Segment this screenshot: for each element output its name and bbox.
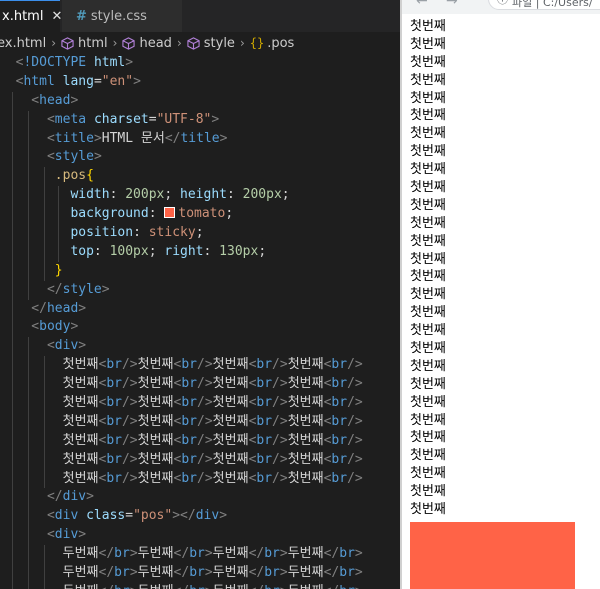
sticky-pos-box xyxy=(410,522,575,589)
page-text-line: 첫번째 xyxy=(410,466,446,482)
breadcrumb-head[interactable]: head xyxy=(122,35,172,51)
browser-toolbar: ← → ⓘ 파일 | C:/Users/ xyxy=(402,0,600,14)
page-content: 첫번째 첫번째 첫번째 첫번째 첫번째 첫번째 첫번째 첫번째 첫번째 첫번째 첫번째 첫번째 첫번째 첫… xyxy=(410,18,600,519)
code-line: <meta charset="UTF-8"> xyxy=(0,110,400,130)
code-line: <!DOCTYPE html> xyxy=(0,55,134,70)
chevron-right-icon: › xyxy=(112,36,118,50)
chevron-right-icon: › xyxy=(239,36,245,50)
chevron-right-icon: › xyxy=(51,36,57,50)
css-file-icon: # xyxy=(76,8,87,24)
page-text-line: 첫번째 xyxy=(410,180,446,196)
code-line: 두번째</br>두번째</br>두번째</br>두번째</br> xyxy=(0,582,400,589)
info-icon[interactable]: ⓘ xyxy=(497,0,508,7)
code-area[interactable]: <!DOCTYPE html> <html lang="en"> <head> … xyxy=(0,54,400,589)
code-line: <style> xyxy=(0,148,400,168)
address-bar[interactable]: ⓘ 파일 | C:/Users/ xyxy=(488,0,600,10)
forward-arrow-icon[interactable]: → xyxy=(446,0,458,9)
cube-icon xyxy=(187,36,200,50)
code-line: </head> xyxy=(0,299,400,319)
back-arrow-icon[interactable]: ← xyxy=(416,0,428,9)
code-line: width: 200px; height: 200px; xyxy=(0,186,400,206)
tab-label: x.html xyxy=(2,9,44,24)
page-text-line: 첫번째 xyxy=(410,162,446,178)
page-text-line: 첫번째 xyxy=(410,287,446,303)
code-line: } xyxy=(0,261,400,281)
code-line: .pos{ xyxy=(0,167,400,187)
breadcrumb-selector[interactable]: {} .pos xyxy=(250,36,295,51)
browser-preview[interactable]: ← → ⓘ 파일 | C:/Users/ 첫번째첫번째첫번째첫번째첫번째첫번째첫… xyxy=(400,0,600,589)
page-text-line: 첫번째 xyxy=(410,269,446,285)
tab-style-css[interactable]: # style.css xyxy=(62,0,182,32)
code-line: 두번째</br>두번째</br>두번째</br>두번째</br> xyxy=(0,564,400,583)
page-text-line: 첫번째 xyxy=(410,412,446,428)
code-line: top: 100px; right: 130px; xyxy=(0,242,400,262)
breadcrumb-label: style xyxy=(203,35,235,51)
tab-label: style.css xyxy=(90,8,147,24)
address-text: 파일 | C:/Users/ xyxy=(512,0,593,9)
code-line: position: sticky; xyxy=(0,224,400,243)
page-text-line: 첫번째 xyxy=(410,72,446,88)
color-swatch-icon[interactable] xyxy=(164,207,176,219)
breadcrumb-file[interactable]: ex.html xyxy=(0,36,46,51)
page-text-line: 첫번째 xyxy=(410,54,446,70)
code-line: <head> xyxy=(0,91,400,111)
code-line: 첫번째<br/>첫번째<br/>첫번째<br/>첫번째<br/> xyxy=(0,412,400,432)
code-line: </div> xyxy=(0,488,400,508)
code-line: <div> xyxy=(0,337,400,357)
breadcrumb-label: .pos xyxy=(267,35,295,51)
code-line: <html lang="en"> xyxy=(0,73,141,89)
page-text-line: 첫번째 xyxy=(410,305,446,321)
page-text-line: 첫번째 xyxy=(410,394,446,410)
breadcrumb-label: html xyxy=(78,35,108,51)
cube-icon xyxy=(122,36,136,50)
tab-index-html[interactable]: x.html ✕ xyxy=(0,0,62,32)
page-text-line: 첫번째 xyxy=(410,430,446,446)
code-line: 첫번째<br/>첫번째<br/>첫번째<br/>첫번째<br/> xyxy=(0,375,400,395)
page-text-line: 첫번째 xyxy=(410,323,446,339)
breadcrumb-label: head xyxy=(139,35,172,51)
page-text-line: 첫번째 xyxy=(410,144,446,160)
code-line: 첫번째<br/>첫번째<br/>첫번째<br/>첫번째<br/> xyxy=(0,431,400,451)
page-text-line: 첫번째 xyxy=(410,19,446,34)
page-text-line: 첫번째 xyxy=(410,251,446,267)
page-text-line: 첫번째 xyxy=(410,197,446,213)
page-text-line: 첫번째 xyxy=(410,376,446,392)
code-line: 첫번째<br/>첫번째<br/>첫번째<br/>첫번째<br/> xyxy=(0,450,400,470)
page-text-line: 첫번째 xyxy=(410,90,446,106)
code-line: 첫번째<br/>첫번째<br/>첫번째<br/>첫번째<br/> xyxy=(0,356,400,376)
breadcrumb: ex.html › html › head › style › {} .pos xyxy=(0,32,400,54)
breadcrumb-html[interactable]: html xyxy=(61,36,108,51)
code-line: </style> xyxy=(0,280,400,300)
chevron-right-icon: › xyxy=(176,36,182,50)
code-line: <title>HTML 문서</title> xyxy=(0,129,400,149)
page-text-line: 첫번째 xyxy=(410,358,446,374)
editor-tab-bar: x.html ✕ # style.css xyxy=(0,0,400,32)
code-line: <div class="pos"></div> xyxy=(0,507,400,527)
page-text-line: 첫번째 xyxy=(410,448,446,464)
code-line: 첫번째<br/>첫번째<br/>첫번째<br/>첫번째<br/> xyxy=(0,394,400,413)
code-line: 두번째</br>두번째</br>두번째</br>두번째</br> xyxy=(0,545,400,565)
breadcrumb-label: ex.html xyxy=(0,35,47,51)
page-text-line: 첫번째 xyxy=(410,502,446,518)
code-line: background: tomato; xyxy=(0,205,400,225)
cube-icon xyxy=(61,36,74,50)
page-text-line: 첫번째 xyxy=(410,233,446,249)
code-line: <body> xyxy=(0,318,400,338)
page-text-line: 첫번째 xyxy=(410,215,446,231)
page-text-line: 첫번째 xyxy=(410,36,446,52)
close-icon[interactable]: ✕ xyxy=(51,9,62,24)
code-line: 첫번째<br/>첫번째<br/>첫번째<br/>첫번째<br/> xyxy=(0,469,400,489)
page-text-line: 첫번째 xyxy=(410,484,446,500)
page-text-line: 첫번째 xyxy=(410,341,446,357)
page-text-line: 첫번째 xyxy=(410,108,446,124)
breadcrumb-style[interactable]: style xyxy=(187,36,235,51)
code-editor[interactable]: x.html ✕ # style.css ex.html › html › he… xyxy=(0,0,400,589)
page-text-line: 첫번째 xyxy=(410,126,446,142)
selector-icon: {} xyxy=(249,36,265,50)
code-line: <div> xyxy=(0,526,400,546)
